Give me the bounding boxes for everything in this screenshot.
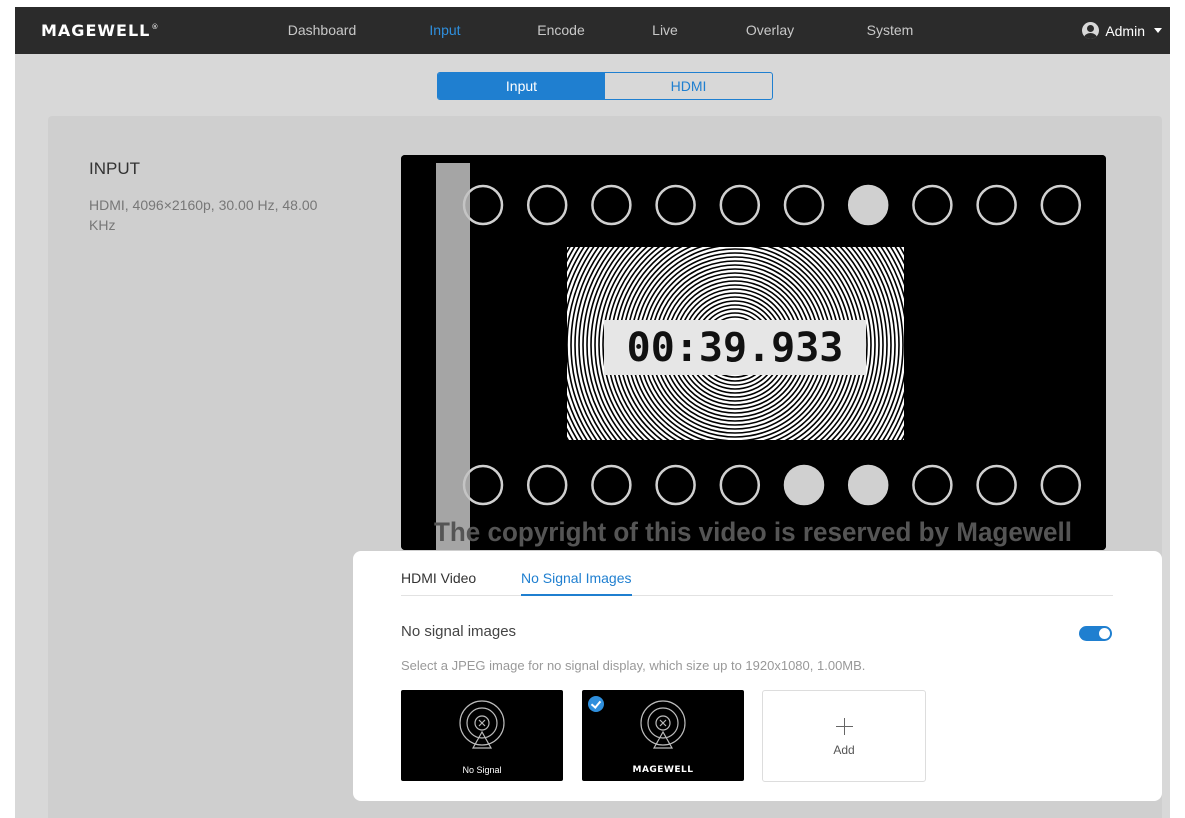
plus-icon bbox=[836, 718, 853, 735]
thumb-caption: No Signal bbox=[462, 765, 502, 775]
add-image-button[interactable]: Add bbox=[762, 690, 926, 782]
tab-hdmi-video[interactable]: HDMI Video bbox=[401, 551, 476, 596]
pattern-circle bbox=[847, 184, 889, 226]
pattern-circle bbox=[783, 464, 825, 506]
timecode-text: 00:39.933 bbox=[627, 325, 844, 371]
no-signal-images-label: No signal images bbox=[401, 623, 517, 640]
subtab-input[interactable]: Input bbox=[438, 73, 605, 99]
user-menu[interactable]: Admin bbox=[1082, 7, 1162, 54]
no-signal-image-1[interactable]: No Signal bbox=[401, 690, 563, 781]
nav-encode[interactable]: Encode bbox=[521, 7, 601, 54]
add-label: Add bbox=[833, 743, 855, 757]
selected-check-icon bbox=[588, 696, 604, 712]
tab-no-signal-images[interactable]: No Signal Images bbox=[521, 551, 632, 596]
subtab-hdmi[interactable]: HDMI bbox=[605, 73, 772, 99]
user-name: Admin bbox=[1105, 22, 1145, 39]
caret-down-icon bbox=[1154, 28, 1162, 33]
no-signal-toggle[interactable] bbox=[1079, 626, 1112, 641]
test-pattern-graphic: 00:39.933 The copyright of this video is… bbox=[401, 155, 1106, 550]
input-signal-info: HDMI, 4096×2160p, 30.00 Hz, 48.00 KHz bbox=[89, 197, 318, 233]
nav-input[interactable]: Input bbox=[410, 7, 480, 54]
nav-overlay[interactable]: Overlay bbox=[732, 7, 808, 54]
nav-live[interactable]: Live bbox=[640, 7, 690, 54]
input-section-title: INPUT bbox=[89, 159, 140, 178]
no-signal-image-2[interactable]: MAGEWELL bbox=[582, 690, 744, 781]
pattern-circle bbox=[847, 464, 889, 506]
nav-dashboard[interactable]: Dashboard bbox=[277, 7, 367, 54]
copyright-watermark: The copyright of this video is reserved … bbox=[434, 517, 1072, 547]
video-preview: 00:39.933 The copyright of this video is… bbox=[401, 155, 1106, 550]
logo-text: MAGEWELL bbox=[41, 21, 151, 40]
top-nav-bar: MAGEWELL® Dashboard Input Encode Live Ov… bbox=[15, 7, 1170, 54]
gray-vertical-bar bbox=[436, 163, 470, 550]
magewell-logo: MAGEWELL® bbox=[41, 7, 159, 54]
no-signal-panel: HDMI Video No Signal Images No signal im… bbox=[353, 551, 1162, 801]
panel-tabs: HDMI Video No Signal Images bbox=[401, 551, 1113, 596]
input-subtabs: Input HDMI bbox=[437, 72, 773, 100]
thumb-logo-text: MAGEWELL bbox=[632, 765, 694, 775]
no-signal-hint: Select a JPEG image for no signal displa… bbox=[401, 658, 866, 673]
nav-system[interactable]: System bbox=[855, 7, 925, 54]
user-avatar-icon bbox=[1082, 22, 1100, 39]
registered-mark: ® bbox=[151, 23, 160, 31]
